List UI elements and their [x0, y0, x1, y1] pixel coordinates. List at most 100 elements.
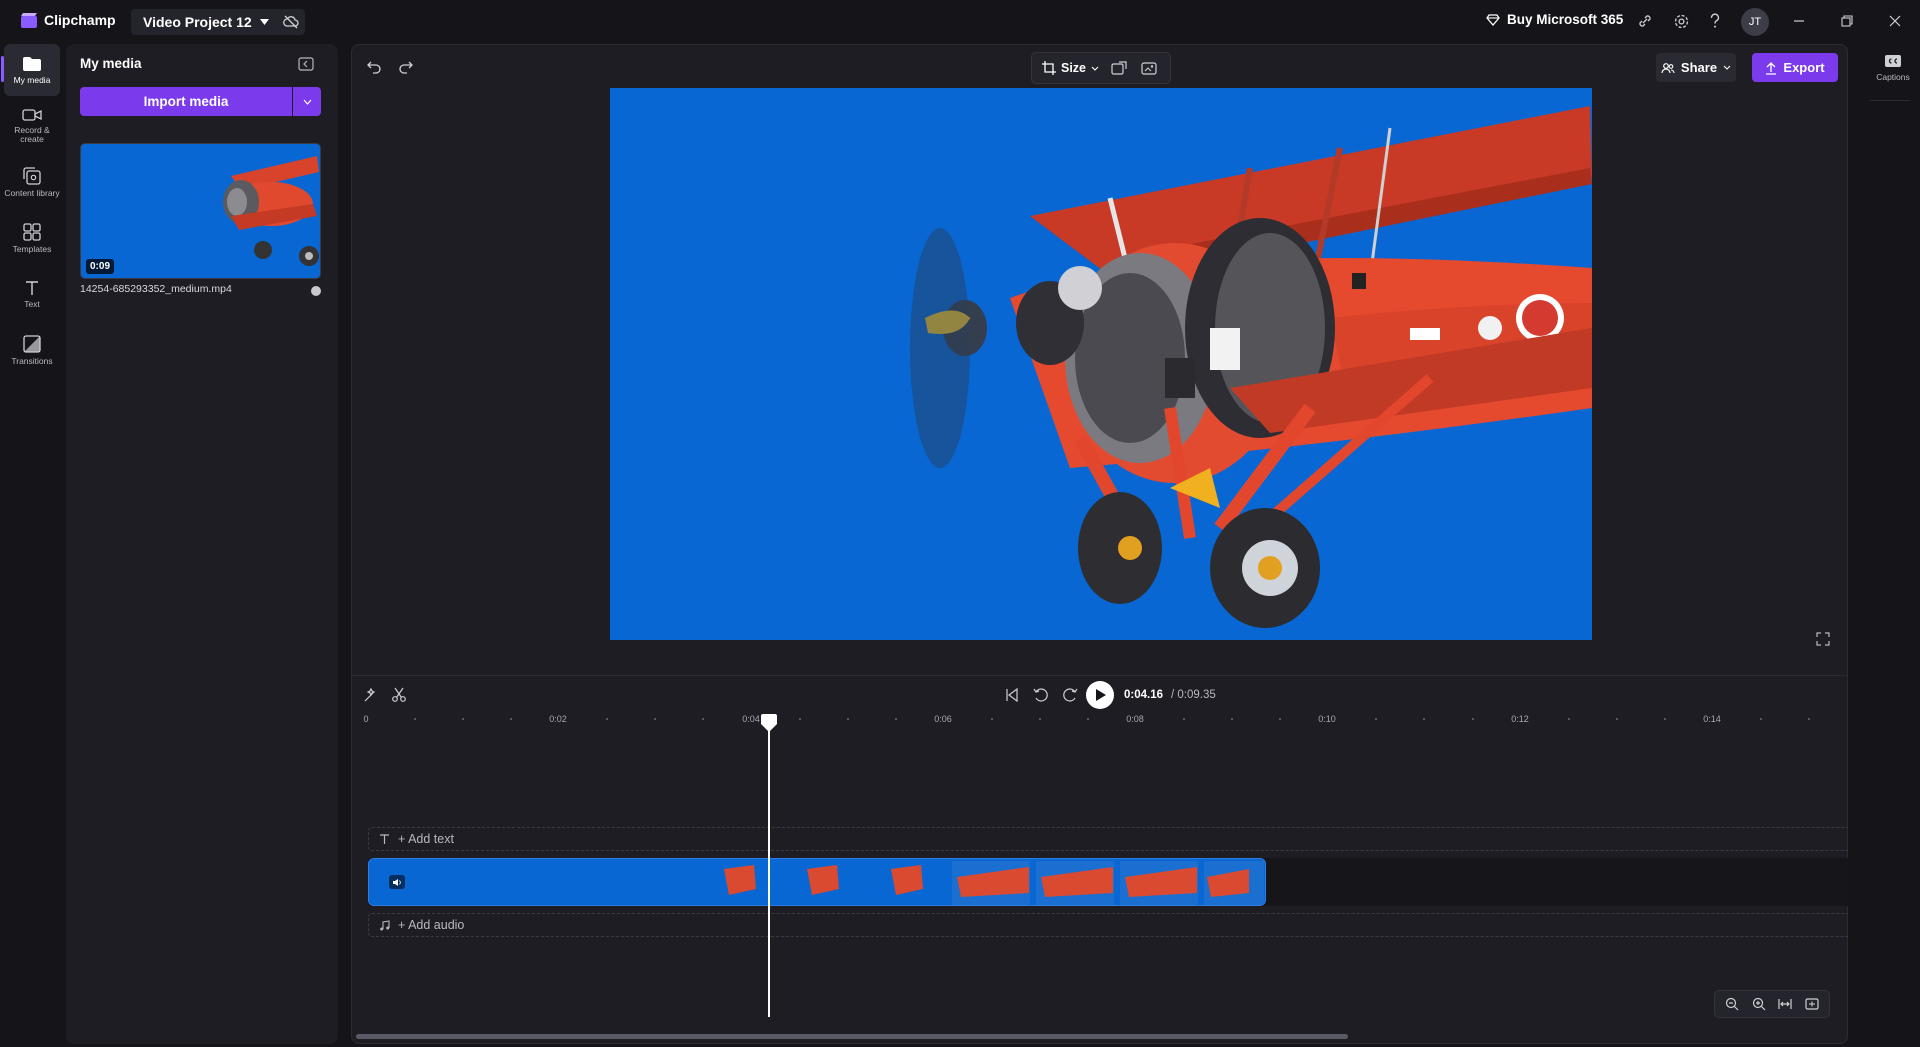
add-text-label: + Add text: [398, 832, 454, 846]
minimize-icon[interactable]: [1790, 12, 1808, 30]
zoom-in-icon[interactable]: [1750, 995, 1768, 1013]
clip-volume-icon[interactable]: [389, 875, 405, 889]
caret-down-icon: [259, 19, 269, 25]
share-button[interactable]: Share: [1656, 53, 1736, 82]
import-media-button[interactable]: Import media: [80, 87, 292, 116]
share-link-icon[interactable]: [1636, 12, 1654, 30]
background-image-icon[interactable]: [1141, 61, 1157, 75]
close-icon[interactable]: [1886, 12, 1904, 30]
rail-item-templates[interactable]: Templates: [4, 212, 60, 264]
ruler-tick: [1664, 718, 1666, 720]
ruler-label: 0:08: [1126, 714, 1144, 724]
captions-button[interactable]: Captions: [1866, 54, 1920, 82]
media-thumbnail[interactable]: 0:09: [80, 143, 321, 279]
ruler-tick: [1231, 718, 1233, 720]
timeline-horizontal-scrollbar[interactable]: [356, 1034, 1348, 1039]
ruler-tick: [462, 718, 464, 720]
ruler-tick: [606, 718, 608, 720]
upload-icon: [1765, 61, 1777, 75]
rail-item-label: Content library: [4, 187, 60, 198]
export-button[interactable]: Export: [1752, 53, 1838, 82]
rail-item-my-media[interactable]: My media: [1, 44, 60, 96]
clipchamp-logo-icon: [20, 12, 40, 30]
ruler-tick: [702, 718, 704, 720]
library-icon: [23, 166, 41, 185]
undo-icon[interactable]: [364, 57, 384, 77]
rail-item-label: My media: [13, 74, 51, 85]
collapse-panel-icon[interactable]: [298, 57, 316, 73]
expand-timeline-icon[interactable]: [1803, 995, 1821, 1013]
captions-label: Captions: [1876, 72, 1910, 82]
play-button[interactable]: [1086, 681, 1114, 709]
zoom-out-icon[interactable]: [1723, 995, 1741, 1013]
rewind-5-seconds-icon[interactable]: [1032, 686, 1050, 704]
cloud-sync-off-button[interactable]: [277, 9, 305, 35]
export-label: Export: [1783, 60, 1825, 75]
folder-icon: [22, 56, 42, 72]
help-icon[interactable]: [1706, 12, 1724, 30]
media-panel-title: My media: [80, 56, 142, 71]
chevron-down-icon: [1091, 66, 1099, 71]
app-name: Clipchamp: [44, 12, 116, 28]
fullscreen-icon[interactable]: [1816, 632, 1832, 648]
ruler-tick: [654, 718, 656, 720]
captions-cc-icon: [1884, 54, 1902, 68]
restore-icon[interactable]: [1838, 12, 1856, 30]
people-icon: [1661, 62, 1675, 74]
buy-microsoft-365-button[interactable]: Buy Microsoft 365: [1486, 12, 1623, 27]
cloud-off-icon: [283, 15, 299, 29]
clip-filmstrip: [369, 859, 1265, 905]
settings-gear-icon[interactable]: [1672, 12, 1690, 30]
playhead-handle[interactable]: [761, 714, 777, 732]
project-title-button[interactable]: Video Project 12: [131, 9, 281, 35]
size-button[interactable]: Size: [1042, 61, 1099, 75]
rail-item-label: Transitions: [11, 355, 53, 366]
video-preview-canvas[interactable]: [610, 88, 1592, 640]
fit-timeline-icon[interactable]: [1776, 995, 1794, 1013]
ruler-tick: [1039, 718, 1041, 720]
ruler-tick: [895, 718, 897, 720]
timeline-zoom-controls: [1714, 990, 1830, 1018]
fit-background-icon[interactable]: [1111, 61, 1127, 75]
media-used-check-icon: [311, 286, 321, 296]
rail-item-label: Record & create: [14, 125, 50, 144]
rail-item-transitions[interactable]: Transitions: [4, 324, 60, 376]
rail-item-content-library[interactable]: Content library: [4, 156, 60, 208]
user-avatar[interactable]: JT: [1741, 8, 1769, 36]
import-options-dropdown[interactable]: [293, 87, 321, 116]
rail-item-label: Templates: [12, 243, 52, 254]
music-note-icon: [379, 919, 390, 931]
play-icon: [1095, 689, 1106, 701]
text-track-add[interactable]: + Add text: [368, 827, 1848, 851]
playhead-line: [768, 727, 770, 1017]
rail-item-record-create[interactable]: Record & create: [4, 100, 60, 152]
skip-to-start-icon[interactable]: [1003, 686, 1021, 704]
video-clip[interactable]: [368, 858, 1266, 906]
transitions-icon: [23, 334, 41, 353]
active-indicator: [1, 56, 4, 82]
chevron-down-icon: [303, 99, 312, 105]
left-navigation-rail: My media Record & create Content library…: [0, 42, 64, 1047]
ruler-tick: [1472, 718, 1474, 720]
ruler-tick: [1760, 718, 1762, 720]
right-rail-separator: [1870, 100, 1910, 101]
templates-icon: [23, 222, 41, 241]
forward-5-seconds-icon[interactable]: [1061, 686, 1079, 704]
ruler-label: 0:04: [742, 714, 760, 724]
ruler-tick: [1375, 718, 1377, 720]
redo-icon[interactable]: [396, 57, 416, 77]
project-title: Video Project 12: [143, 14, 252, 30]
audio-track-add[interactable]: + Add audio: [368, 913, 1848, 937]
magic-edit-icon[interactable]: [362, 686, 380, 704]
ruler-tick: [1423, 718, 1425, 720]
ruler-tick: [1183, 718, 1185, 720]
ruler-tick: [991, 718, 993, 720]
title-bar: Clipchamp Video Project 12 Buy Microsoft…: [0, 0, 1920, 42]
timeline-ruler[interactable]: 0 0:02 0:04 0:06 0:08 0:10 0:12 0:14: [363, 714, 1836, 734]
rail-item-text[interactable]: Text: [4, 268, 60, 320]
biplane-thumbnail-image: [81, 144, 320, 278]
split-scissors-icon[interactable]: [390, 686, 408, 704]
ruler-tick: [1616, 718, 1618, 720]
size-label: Size: [1061, 61, 1087, 75]
camera-icon: [22, 108, 42, 122]
